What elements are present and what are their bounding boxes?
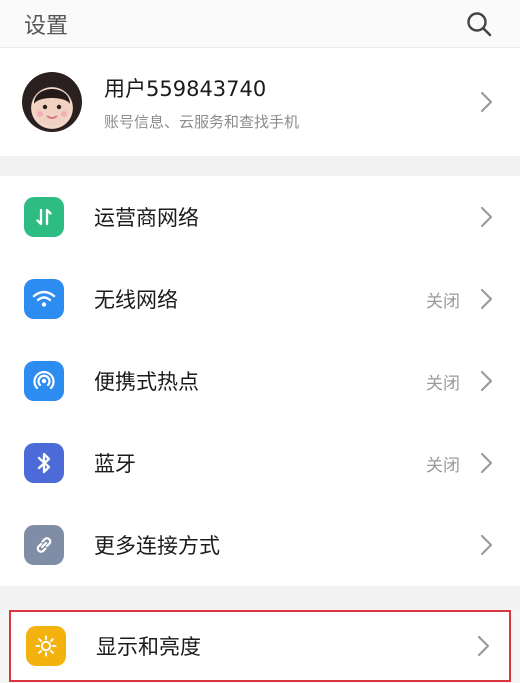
swap-arrows-icon xyxy=(24,197,64,237)
setting-label: 运营商网络 xyxy=(94,206,199,230)
account-info: 用户559843740 账号信息、云服务和查找手机 xyxy=(104,73,476,132)
setting-status: 关闭 xyxy=(426,455,460,476)
chevron-right-icon xyxy=(476,91,498,113)
settings-list: 运营商网络 无线网络 关闭 便携式热点 关闭 蓝牙 关闭 更多连接方式 xyxy=(0,176,520,586)
chevron-right-icon xyxy=(476,370,498,392)
account-name: 用户559843740 xyxy=(104,76,267,101)
chevron-right-icon xyxy=(476,452,498,474)
bluetooth-icon xyxy=(24,443,64,483)
setting-label: 显示和亮度 xyxy=(96,635,201,659)
setting-row-hotspot[interactable]: 便携式热点 关闭 xyxy=(0,340,520,422)
app-header: 设置 xyxy=(0,0,520,48)
account-row[interactable]: 用户559843740 账号信息、云服务和查找手机 xyxy=(0,48,520,156)
setting-label: 蓝牙 xyxy=(94,452,136,476)
chevron-right-icon xyxy=(473,635,495,657)
section-divider xyxy=(0,586,520,610)
chevron-right-icon xyxy=(476,534,498,556)
setting-row-carrier-network[interactable]: 运营商网络 xyxy=(0,176,520,258)
link-icon xyxy=(24,525,64,565)
chevron-right-icon xyxy=(476,206,498,228)
setting-row-bluetooth[interactable]: 蓝牙 关闭 xyxy=(0,422,520,504)
setting-label: 无线网络 xyxy=(94,288,178,312)
setting-row-display-brightness[interactable]: 显示和亮度 xyxy=(9,610,511,682)
section-divider xyxy=(0,156,520,176)
setting-row-wifi[interactable]: 无线网络 关闭 xyxy=(0,258,520,340)
setting-label: 便携式热点 xyxy=(94,370,199,394)
wifi-icon xyxy=(24,279,64,319)
account-subtitle: 账号信息、云服务和查找手机 xyxy=(104,112,300,131)
chevron-right-icon xyxy=(476,288,498,310)
setting-status: 关闭 xyxy=(426,291,460,312)
sun-icon xyxy=(26,626,66,666)
setting-label: 更多连接方式 xyxy=(94,534,220,558)
page-title: 设置 xyxy=(24,13,69,39)
search-button[interactable] xyxy=(462,7,496,41)
setting-row-more-connections[interactable]: 更多连接方式 xyxy=(0,504,520,586)
setting-status: 关闭 xyxy=(426,373,460,394)
hotspot-icon xyxy=(24,361,64,401)
avatar xyxy=(22,72,82,132)
search-icon xyxy=(467,11,492,36)
